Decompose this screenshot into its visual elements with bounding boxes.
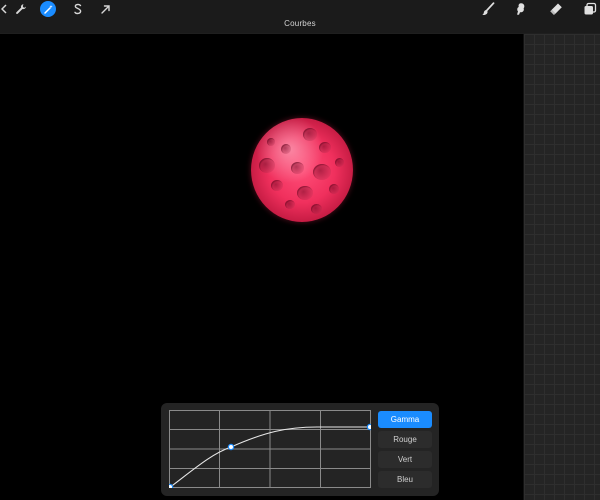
red-planet-artwork: [251, 118, 353, 222]
channel-gamma-button[interactable]: Gamma: [378, 411, 432, 428]
actions-wrench-icon[interactable]: [13, 1, 29, 17]
brush-icon[interactable]: [480, 1, 496, 17]
curves-panel: Gamma Rouge Vert Bleu: [161, 403, 439, 496]
channel-red-button[interactable]: Rouge: [378, 431, 432, 448]
curve-point-end[interactable]: [366, 423, 371, 431]
channel-blue-button[interactable]: Bleu: [378, 471, 432, 488]
curve-graph[interactable]: [169, 410, 371, 488]
transform-arrow-icon[interactable]: [97, 1, 113, 17]
adjustments-magic-wand-icon[interactable]: [40, 1, 56, 17]
curve-point-start[interactable]: [169, 483, 174, 488]
selection-icon[interactable]: [70, 1, 86, 17]
layers-icon[interactable]: [582, 1, 598, 17]
eraser-icon[interactable]: [548, 1, 564, 17]
channel-green-button[interactable]: Vert: [378, 451, 432, 468]
top-toolbar: Courbes: [0, 0, 600, 33]
curve-point-mid[interactable]: [227, 443, 235, 451]
adjustment-mode-title: Courbes: [284, 19, 316, 28]
smudge-icon[interactable]: [513, 1, 529, 17]
gallery-icon[interactable]: [0, 1, 8, 17]
canvas-background-grid: [523, 34, 600, 500]
